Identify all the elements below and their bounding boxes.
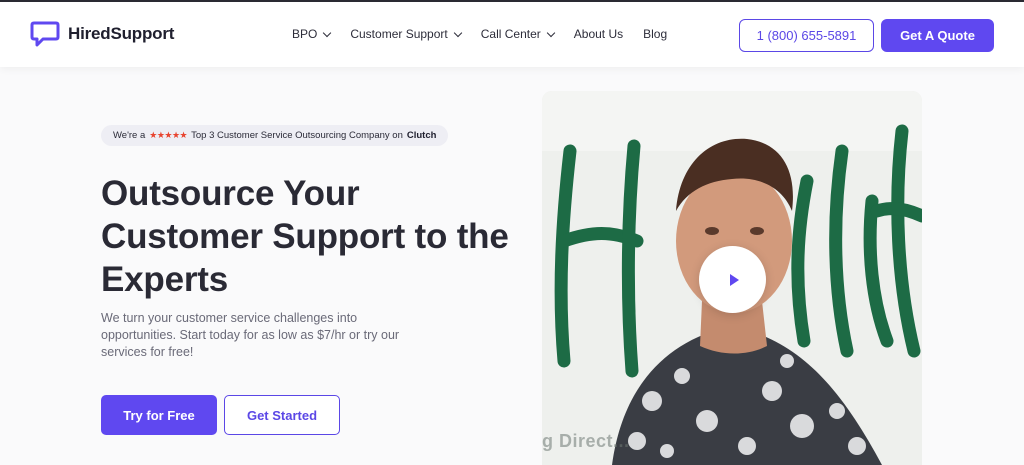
badge-prefix: We're a bbox=[113, 130, 146, 141]
hero-title: Outsource Your Customer Support to the E… bbox=[101, 174, 509, 299]
nav-item-label: Blog bbox=[643, 27, 668, 41]
play-button[interactable] bbox=[699, 246, 766, 313]
chevron-down-icon bbox=[546, 28, 556, 37]
nav-item-label: BPO bbox=[292, 27, 318, 41]
brand-name: HiredSupport bbox=[68, 24, 175, 43]
get-quote-button[interactable]: Get A Quote bbox=[881, 19, 994, 52]
get-started-button[interactable]: Get Started bbox=[224, 395, 340, 435]
phone-button[interactable]: 1 (800) 655-5891 bbox=[739, 19, 874, 52]
badge-text: Top 3 Customer Service Outsourcing Compa… bbox=[191, 130, 403, 141]
nav-item-about-us[interactable]: About Us bbox=[574, 27, 623, 41]
clutch-logo: Clutch bbox=[406, 130, 437, 141]
nav-item-call-center[interactable]: Call Center bbox=[480, 27, 556, 41]
nav-item-label: Call Center bbox=[480, 27, 541, 41]
nav-item-customer-support[interactable]: Customer Support bbox=[350, 27, 462, 41]
nav-item-label: About Us bbox=[573, 27, 624, 41]
brand-logo[interactable]: HiredSupport bbox=[30, 20, 174, 48]
nav-item-bpo[interactable]: BPO bbox=[292, 27, 332, 41]
star-rating-icon: ★★★★★ bbox=[149, 130, 188, 140]
hero-description: We turn your customer service challenges… bbox=[101, 311, 400, 359]
chat-bubble-icon bbox=[30, 21, 60, 47]
nav-item-blog[interactable]: Blog bbox=[643, 27, 667, 41]
chevron-down-icon bbox=[323, 28, 332, 37]
try-for-free-button[interactable]: Try for Free bbox=[101, 395, 217, 435]
clutch-badge[interactable]: We're a ★★★★★ Top 3 Customer Service Out… bbox=[101, 125, 449, 146]
video-caption: g Direct... bbox=[542, 431, 630, 451]
chevron-down-icon bbox=[453, 28, 462, 37]
hero-video[interactable]: g Direct... bbox=[542, 91, 922, 465]
main-nav: BPO Customer Support Call Center About U… bbox=[292, 27, 687, 41]
site-header: HiredSupport BPO Customer Support Call C… bbox=[0, 2, 1024, 67]
nav-item-label: Customer Support bbox=[350, 27, 448, 41]
play-icon bbox=[729, 273, 739, 286]
